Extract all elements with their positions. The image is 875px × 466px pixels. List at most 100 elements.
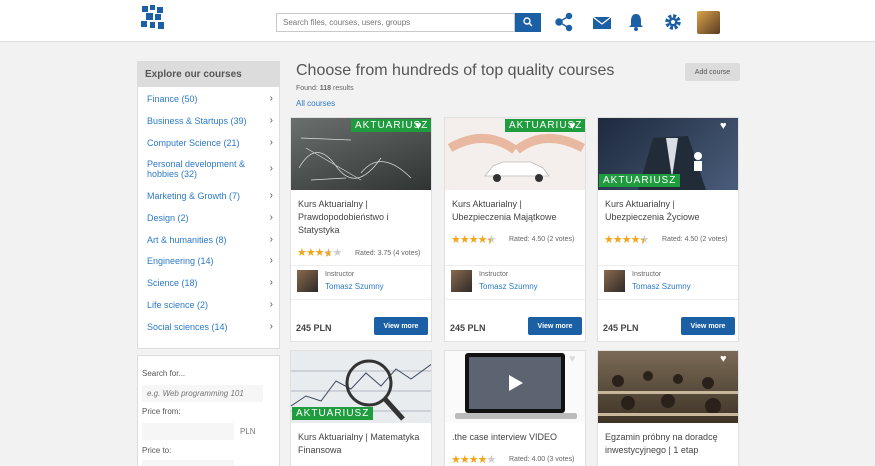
price-from-currency: PLN — [240, 427, 256, 436]
category-computer-science[interactable]: Computer Science (21) › — [147, 137, 273, 149]
card-divider — [598, 265, 738, 266]
found-prefix: Found: — [296, 85, 320, 92]
course-card[interactable]: AKTUARIUSZ Kurs Aktuarialny | Matematyka… — [290, 350, 432, 466]
mail-icon[interactable] — [592, 12, 612, 32]
course-card[interactable]: AKTUARIUSZ ♥ Kurs Aktuarialny | Ubezpiec… — [597, 117, 739, 342]
course-price: 245 PLN — [450, 323, 486, 333]
search-for-label: Search for... — [142, 369, 186, 378]
search-button[interactable] — [515, 13, 541, 32]
aktuariusz-badge: AKTUARIUSZ — [599, 174, 681, 187]
instructor-avatar[interactable] — [297, 270, 318, 292]
price-to-input[interactable] — [142, 460, 234, 466]
price-from-label: Price from: — [142, 407, 181, 416]
course-search-input[interactable] — [142, 385, 263, 402]
heart-icon[interactable]: ♥ — [569, 353, 576, 365]
rating-stars: ★★★★★★ — [451, 234, 496, 247]
gear-icon[interactable] — [663, 12, 683, 32]
site-logo[interactable] — [139, 4, 167, 32]
category-art[interactable]: Art & humanities (8) › — [147, 235, 273, 246]
course-title[interactable]: Kurs Aktuarialny | Ubezpieczenia Życiowe — [605, 198, 733, 224]
user-avatar[interactable] — [697, 11, 720, 34]
heart-icon[interactable]: ♥ — [569, 120, 576, 132]
category-marketing[interactable]: Marketing & Growth (7) › — [147, 190, 273, 202]
category-label: Engineering (14) — [147, 256, 214, 266]
rating-stars: ★★★★★★ — [604, 234, 649, 247]
found-count: 118 — [319, 85, 332, 92]
chevron-right-icon: › — [269, 255, 273, 266]
all-courses-link[interactable]: All courses — [296, 99, 335, 108]
course-thumbnail[interactable] — [445, 351, 585, 423]
course-card[interactable]: ♥ Egzamin próbny na doradcę inwestycyjne… — [597, 350, 739, 466]
chevron-right-icon: › — [269, 93, 273, 104]
rating-text: Rated: 4.00 (3 votes) — [509, 456, 575, 463]
network-icon[interactable] — [554, 12, 574, 32]
filters-panel: Search for... Price from: PLN Price to: — [137, 355, 280, 466]
category-label: Social sciences (14) — [147, 322, 228, 332]
page-title: Choose from hundreds of top quality cour… — [296, 62, 615, 79]
course-price: 245 PLN — [296, 323, 332, 333]
instructor-avatar[interactable] — [604, 270, 625, 292]
card-divider — [291, 265, 431, 266]
category-personal-development[interactable]: Personal development & hobbies (32) › — [147, 159, 273, 179]
course-title[interactable]: Kurs Aktuarialny | Ubezpieczenia Majątko… — [452, 198, 580, 224]
instructor-label: Instructor — [632, 271, 662, 278]
instructor-label: Instructor — [479, 271, 509, 278]
course-title[interactable]: Egzamin próbny na doradcę inwestycyjnego… — [605, 431, 733, 457]
chevron-right-icon: › — [269, 190, 273, 201]
instructor-avatar[interactable] — [451, 270, 472, 292]
card-divider — [445, 299, 585, 300]
chevron-right-icon: › — [269, 321, 273, 332]
category-design[interactable]: Design (2) › — [147, 212, 273, 224]
category-engineering[interactable]: Engineering (14) › — [147, 255, 273, 267]
card-divider — [291, 299, 431, 300]
heart-icon[interactable]: ♥ — [415, 120, 422, 132]
laptop-video-image — [455, 353, 577, 419]
course-title[interactable]: Kurs Aktuarialny | Prawdopodobieństwo i … — [298, 198, 426, 237]
view-more-button[interactable]: View more — [528, 317, 582, 335]
chevron-right-icon: › — [269, 299, 273, 310]
aktuariusz-badge: AKTUARIUSZ — [292, 407, 374, 420]
category-label: Business & Startups (39) — [147, 116, 247, 126]
chevron-right-icon: › — [269, 212, 273, 223]
found-suffix: results — [331, 85, 354, 92]
course-title[interactable]: Kurs Aktuarialny | Matematyka Finansowa — [298, 431, 426, 457]
category-finance[interactable]: Finance (50) › — [147, 93, 273, 105]
course-title[interactable]: .the case interview VIDEO — [452, 431, 580, 444]
category-business[interactable]: Business & Startups (39) › — [147, 115, 273, 127]
heart-icon[interactable]: ♥ — [720, 120, 727, 132]
category-label: Personal development & hobbies (32) — [147, 159, 246, 179]
category-label: Life science (2) — [147, 300, 209, 310]
category-life-science[interactable]: Life science (2) › — [147, 299, 273, 311]
categories-panel: Explore our courses Finance (50) › Busine… — [137, 61, 280, 349]
category-label: Finance (50) — [147, 94, 198, 104]
search-icon — [523, 17, 533, 27]
category-social-sciences[interactable]: Social sciences (14) › — [147, 321, 273, 333]
chevron-right-icon: › — [269, 115, 273, 126]
view-more-button[interactable]: View more — [374, 317, 428, 335]
exam-room-image — [598, 371, 738, 416]
add-course-button[interactable]: Add course — [685, 63, 740, 81]
course-card[interactable]: AKTUARIUSZ ♥ Kurs Aktuarialny | Prawdopo… — [290, 117, 432, 342]
rating-text: Rated: 4.50 (2 votes) — [662, 236, 728, 243]
price-from-input[interactable] — [142, 423, 234, 440]
category-label: Marketing & Growth (7) — [147, 191, 241, 201]
price-to-label: Price to: — [142, 446, 172, 455]
instructor-name[interactable]: Tomasz Szumny — [479, 282, 538, 291]
view-more-button[interactable]: View more — [681, 317, 735, 335]
chevron-right-icon: › — [269, 277, 273, 288]
course-card[interactable]: AKTUARIUSZ ♥ Kurs Aktuarialny | Ubezpiec… — [444, 117, 586, 342]
chevron-right-icon: › — [269, 163, 273, 174]
category-label: Computer Science (21) — [147, 138, 240, 148]
instructor-name[interactable]: Tomasz Szumny — [632, 282, 691, 291]
category-science[interactable]: Science (18) › — [147, 277, 273, 289]
course-thumbnail[interactable] — [598, 351, 738, 423]
course-card[interactable]: ♥ .the case interview VIDEO ★★★★★ Rated:… — [444, 350, 586, 466]
instructor-name[interactable]: Tomasz Szumny — [325, 282, 384, 291]
rating-stars: ★★★★★★ — [297, 247, 342, 260]
bell-icon[interactable] — [626, 12, 646, 32]
global-search-input[interactable] — [276, 13, 515, 32]
instructor-label: Instructor — [325, 271, 355, 278]
results-count: Found: 118 results — [296, 85, 354, 92]
chevron-right-icon: › — [269, 137, 273, 148]
heart-icon[interactable]: ♥ — [720, 353, 727, 365]
